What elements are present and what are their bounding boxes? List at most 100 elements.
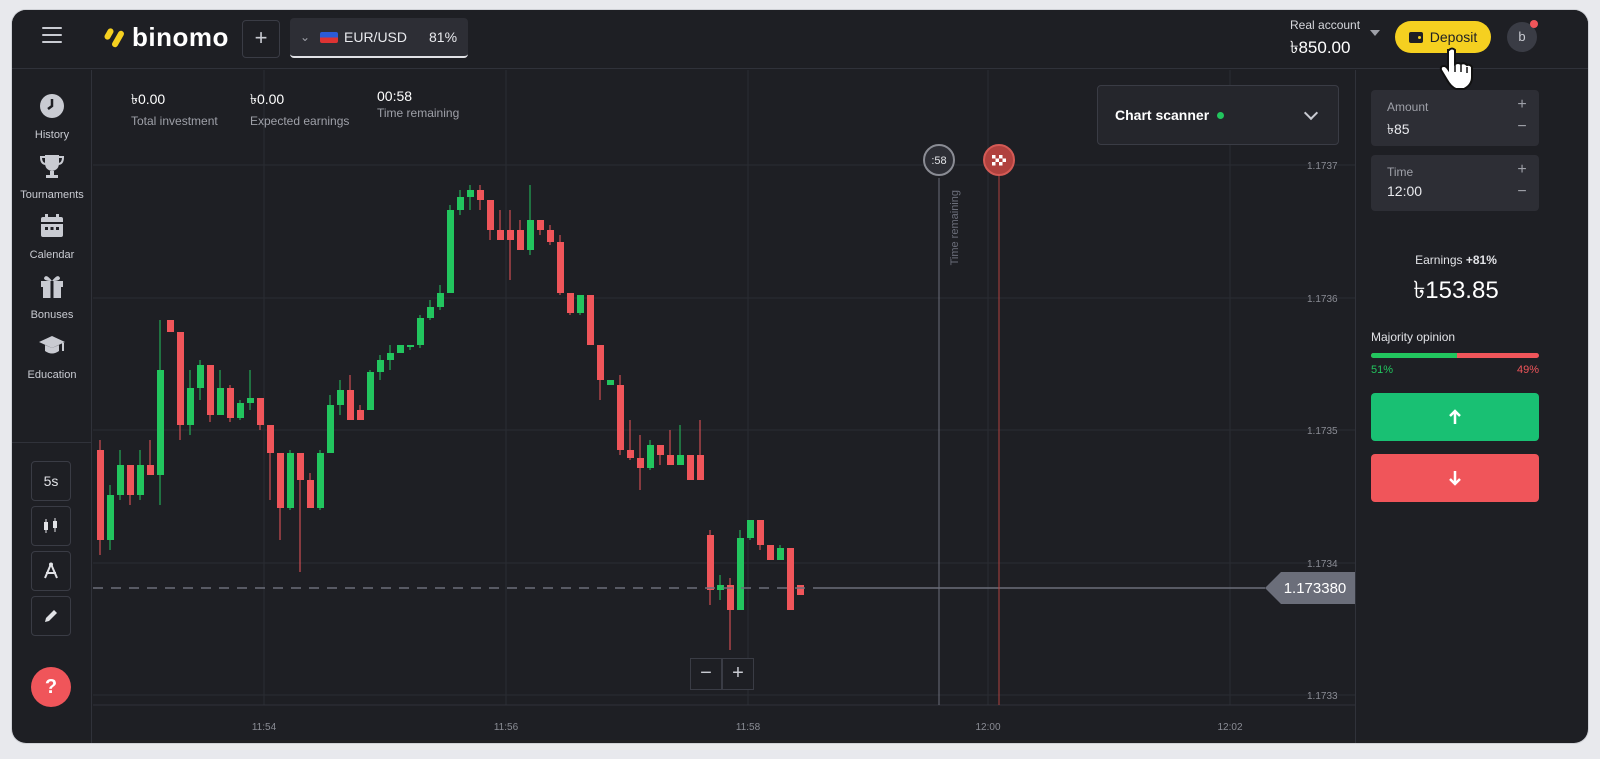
deposit-label: Deposit	[1429, 29, 1478, 45]
candle-body	[177, 332, 184, 425]
hamburger-menu-icon[interactable]	[42, 27, 62, 45]
plus-icon[interactable]: +	[1515, 96, 1529, 114]
total-investment-value: ৳0.00	[131, 91, 166, 107]
current-price-tag: 1.173380	[1265, 572, 1355, 604]
candlestick-icon	[44, 518, 57, 533]
candle-body	[227, 388, 234, 418]
plus-icon[interactable]: +	[1515, 161, 1529, 179]
chevron-down-icon: ⌄	[300, 30, 311, 44]
wallet-icon	[1408, 31, 1423, 43]
candle-body	[717, 585, 724, 590]
arrow-down-icon	[1449, 471, 1461, 486]
gift-icon	[41, 276, 63, 298]
candle-body	[437, 293, 444, 307]
expected-earnings-value: ৳0.00	[250, 91, 285, 107]
candle-body	[127, 465, 134, 495]
candle-body	[617, 385, 624, 450]
nav-item-history[interactable]: History	[12, 92, 92, 141]
nav-item-calendar[interactable]: Calendar	[12, 212, 92, 261]
calendar-icon	[41, 214, 63, 237]
total-investment-label: Total investment	[131, 114, 218, 128]
candle-body	[137, 465, 144, 495]
nav-item-bonuses[interactable]: Bonuses	[12, 272, 92, 321]
asset-name: EUR/USD	[344, 29, 408, 45]
candle-body	[467, 190, 474, 197]
candle-body	[737, 538, 744, 610]
clock-icon	[40, 94, 64, 118]
time-value: 12:00	[1387, 183, 1423, 199]
candle-body	[607, 380, 614, 385]
asset-tab[interactable]: ⌄ EUR/USD 81%	[290, 18, 468, 58]
candle-body	[707, 535, 714, 590]
amount-field[interactable]: Amount ৳85 + −	[1371, 90, 1539, 146]
candle-body	[337, 390, 344, 405]
y-tick-label: 1.1736	[1307, 294, 1338, 305]
nav-item-tournaments[interactable]: Tournaments	[12, 152, 92, 201]
x-tick-label: 11:54	[252, 722, 277, 733]
trade-panel: Amount ৳85 + − Time 12:00 + − Earnings +…	[1355, 70, 1588, 743]
candle-body	[147, 465, 154, 475]
candle-body	[757, 520, 764, 545]
buy-up-button[interactable]	[1371, 393, 1539, 441]
x-tick-label: 11:56	[494, 722, 519, 733]
logo[interactable]: binomo	[104, 22, 229, 52]
add-asset-tab-button[interactable]: +	[242, 20, 280, 58]
y-tick-label: 1.1735	[1307, 426, 1338, 437]
candle-body	[297, 453, 304, 480]
graduation-cap-icon	[39, 336, 65, 354]
trophy-icon	[39, 155, 65, 178]
minus-icon[interactable]: −	[1515, 118, 1529, 136]
arrow-up-icon	[1449, 409, 1461, 424]
eu-us-flag-icon	[320, 31, 338, 43]
candle-body	[277, 453, 284, 508]
candle-body	[627, 450, 634, 458]
sell-down-button[interactable]	[1371, 454, 1539, 502]
help-button[interactable]: ?	[31, 667, 71, 707]
candle-body	[387, 353, 394, 360]
chart-scanner-label: Chart scanner	[1115, 107, 1210, 123]
minus-icon[interactable]: −	[1515, 183, 1529, 201]
majority-down-pct: 49%	[1517, 364, 1540, 376]
time-field[interactable]: Time 12:00 + −	[1371, 155, 1539, 211]
candle-body	[777, 548, 784, 560]
earnings-label: Earnings +81%	[1356, 253, 1556, 267]
candle-body	[197, 365, 204, 388]
account-switcher[interactable]: Real account ৳850.00	[1290, 18, 1360, 63]
timeframe-button[interactable]: 5s	[31, 461, 71, 501]
indicators-button[interactable]	[31, 551, 71, 591]
expected-earnings: ৳0.00 Expected earnings	[250, 88, 349, 128]
finish-flag-cell	[992, 155, 996, 159]
chart-scanner-dropdown[interactable]: Chart scanner	[1097, 85, 1339, 145]
nav-label: Calendar	[29, 249, 75, 261]
amount-label: Amount	[1387, 100, 1429, 114]
candle-body	[97, 450, 104, 540]
majority-opinion-label: Majority opinion	[1371, 330, 1456, 344]
y-tick-label: 1.1734	[1307, 559, 1338, 570]
zoom-in-button[interactable]: +	[722, 658, 754, 690]
candle-body	[517, 230, 524, 250]
candle-body	[187, 388, 194, 425]
candle-body	[797, 585, 804, 595]
finish-flag-cell	[992, 162, 996, 166]
candle-body	[267, 425, 274, 453]
zoom-out-button[interactable]: −	[690, 658, 722, 690]
candle-body	[257, 398, 264, 425]
nav-item-education[interactable]: Education	[12, 332, 92, 381]
price-chart[interactable]: 1.1737 1.1736 1.1735 1.1734 1.1733 11:54 11:56…	[93, 70, 1355, 743]
candle-body	[547, 230, 554, 242]
candle-body	[657, 445, 664, 455]
chart-type-button[interactable]	[31, 506, 71, 546]
caret-down-icon[interactable]	[1370, 30, 1380, 36]
candle-body	[327, 405, 334, 453]
finish-flag-cell	[999, 155, 1003, 159]
logo-mark-icon	[104, 28, 124, 48]
nav-label: Education	[27, 369, 77, 381]
chart-canvas[interactable]: 1.1737 1.1736 1.1735 1.1734 1.1733 11:54 11:56…	[93, 70, 1355, 743]
candle-body	[307, 480, 314, 508]
drawing-tools-button[interactable]	[31, 596, 71, 636]
amount-value: ৳85	[1387, 121, 1410, 137]
majority-up-pct: 51%	[1371, 364, 1394, 376]
candle-body	[557, 242, 564, 293]
candle-body	[487, 200, 494, 230]
candle-body	[427, 307, 434, 318]
